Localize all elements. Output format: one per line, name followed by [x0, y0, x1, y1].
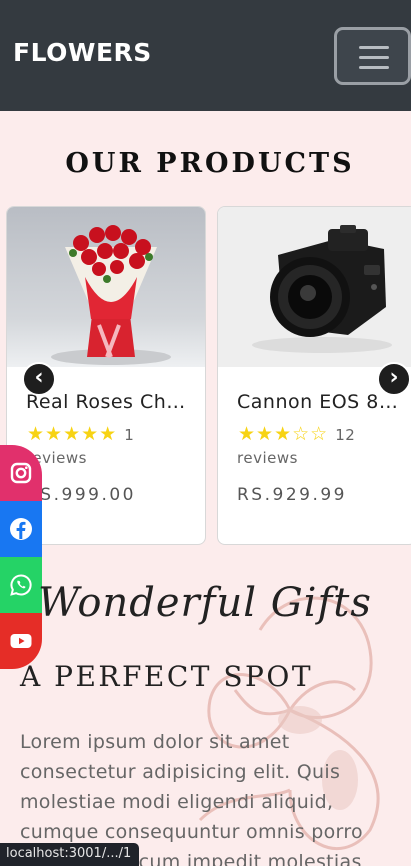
gifts-section: Wonderful Gifts A PERFECT SPOT Lorem ips…	[0, 560, 411, 866]
brand-logo[interactable]: FLOWERS	[13, 38, 152, 67]
instagram-icon	[10, 462, 32, 484]
reviews-label: reviews	[237, 449, 298, 467]
facebook-link[interactable]	[0, 501, 42, 557]
products-heading: OUR PRODUCTS	[65, 148, 355, 179]
star-icons: ★★★	[238, 423, 293, 445]
status-bar-url: localhost:3001/.../1	[0, 843, 140, 866]
product-title[interactable]: Real Roses Ch…	[26, 391, 191, 413]
menu-toggle-button[interactable]	[334, 27, 411, 85]
product-image[interactable]	[218, 207, 411, 367]
hamburger-icon	[359, 46, 389, 70]
product-title[interactable]: Cannon EOS 8…	[237, 391, 402, 413]
rating-stars: ★★★☆☆ 12	[238, 425, 355, 444]
bouquet-image	[7, 207, 205, 367]
facebook-icon	[10, 518, 32, 540]
product-price: RS.999.00	[26, 485, 136, 505]
camera-image	[218, 207, 411, 367]
chevron-left-icon: ‹	[34, 365, 44, 390]
star-icons: ★★★★★	[27, 423, 118, 445]
section-script-title: Wonderful Gifts	[38, 580, 372, 626]
product-image[interactable]	[7, 207, 205, 367]
carousel-next-button[interactable]: ›	[377, 362, 411, 396]
rating-stars: ★★★★★ 1	[27, 425, 134, 444]
section-subtitle: A PERFECT SPOT	[20, 660, 314, 693]
review-count: 12	[335, 426, 356, 444]
navbar: FLOWERS	[0, 0, 411, 111]
product-price: RS.929.99	[237, 485, 347, 505]
carousel-prev-button[interactable]: ‹	[22, 362, 56, 396]
chevron-right-icon: ›	[389, 365, 399, 390]
review-count: 1	[124, 426, 135, 444]
star-outline-icons: ☆☆	[292, 423, 329, 445]
